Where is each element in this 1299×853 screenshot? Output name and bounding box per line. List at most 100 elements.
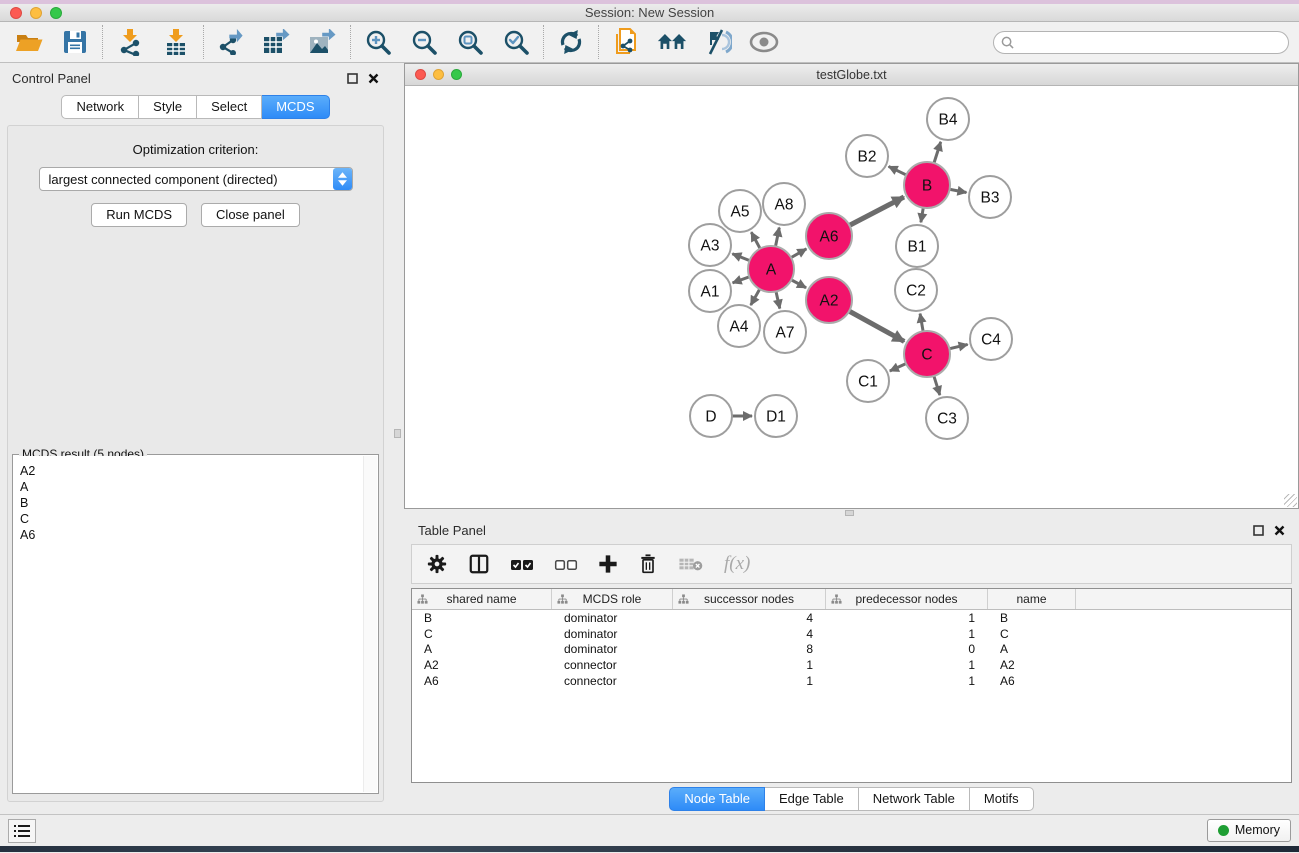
close-window-button[interactable] — [10, 7, 22, 19]
cell-predecessor-nodes[interactable]: 1 — [826, 674, 988, 688]
cell-name[interactable]: C — [988, 627, 1076, 641]
graphics-details-toggle-icon[interactable] — [703, 27, 733, 57]
table-row[interactable]: Bdominator41B — [412, 610, 1291, 626]
zoom-out-icon[interactable] — [409, 27, 439, 57]
graph-node-A1[interactable]: A1 — [689, 270, 731, 312]
open-panels-home-icon[interactable] — [657, 27, 687, 57]
birds-eye-view-icon[interactable] — [749, 27, 779, 57]
cell-shared-name[interactable]: A — [412, 642, 552, 656]
tab-node-table[interactable]: Node Table — [669, 787, 765, 811]
graph-node-C4[interactable]: C4 — [970, 318, 1012, 360]
network-close-button[interactable] — [415, 69, 426, 80]
graph-node-B2[interactable]: B2 — [846, 135, 888, 177]
cell-name[interactable]: A6 — [988, 674, 1076, 688]
column-header-predecessor-nodes[interactable]: predecessor nodes — [826, 589, 988, 609]
network-window-titlebar[interactable]: testGlobe.txt — [405, 64, 1298, 86]
tab-network-table[interactable]: Network Table — [859, 787, 970, 811]
open-session-icon[interactable] — [14, 27, 44, 57]
split-view-icon[interactable] — [468, 553, 490, 575]
save-session-icon[interactable] — [60, 27, 90, 57]
horizontal-splitter[interactable] — [404, 509, 1299, 517]
network-canvas[interactable]: B4B2BB3A5A8A6A3B1AA1C2A2A4A7C4CC1C3DD1 — [405, 86, 1298, 508]
cell-successor-nodes[interactable]: 4 — [673, 627, 826, 641]
graph-node-C3[interactable]: C3 — [926, 397, 968, 439]
cell-MCDS-role[interactable]: dominator — [552, 611, 673, 625]
column-header-MCDS-role[interactable]: MCDS role — [552, 589, 673, 609]
resize-grip-icon[interactable] — [1284, 494, 1297, 507]
tab-style[interactable]: Style — [139, 95, 197, 119]
import-table-icon[interactable] — [161, 27, 191, 57]
run-mcds-button[interactable]: Run MCDS — [91, 203, 187, 227]
table-row[interactable]: A6connector11A6 — [412, 673, 1291, 689]
graph-node-B4[interactable]: B4 — [927, 98, 969, 140]
cell-shared-name[interactable]: C — [412, 627, 552, 641]
splitter-handle[interactable] — [845, 510, 854, 516]
cell-MCDS-role[interactable]: dominator — [552, 627, 673, 641]
result-item[interactable]: C — [20, 511, 363, 527]
graph-node-C[interactable]: C — [904, 331, 950, 377]
tab-mcds[interactable]: MCDS — [262, 95, 329, 119]
cell-MCDS-role[interactable]: connector — [552, 674, 673, 688]
zoom-in-icon[interactable] — [363, 27, 393, 57]
memory-button[interactable]: Memory — [1207, 819, 1291, 842]
graph-node-C2[interactable]: C2 — [895, 269, 937, 311]
tab-network[interactable]: Network — [61, 95, 139, 119]
task-history-button[interactable] — [8, 819, 36, 843]
result-scrollbar[interactable] — [363, 456, 377, 792]
cell-name[interactable]: A — [988, 642, 1076, 656]
export-image-icon[interactable] — [308, 27, 338, 57]
cell-MCDS-role[interactable]: dominator — [552, 642, 673, 656]
delete-columns-icon[interactable] — [638, 553, 658, 575]
cell-MCDS-role[interactable]: connector — [552, 658, 673, 672]
cell-successor-nodes[interactable]: 8 — [673, 642, 826, 656]
tab-edge-table[interactable]: Edge Table — [765, 787, 859, 811]
zoom-selected-icon[interactable] — [501, 27, 531, 57]
result-item[interactable]: A2 — [20, 463, 363, 479]
graph-node-D1[interactable]: D1 — [755, 395, 797, 437]
splitter-handle[interactable] — [394, 429, 401, 438]
column-header-shared-name[interactable]: shared name — [412, 589, 552, 609]
graph-node-B[interactable]: B — [904, 162, 950, 208]
export-table-icon[interactable] — [262, 27, 292, 57]
result-item[interactable]: A6 — [20, 527, 363, 543]
minimize-window-button[interactable] — [30, 7, 42, 19]
graph-node-A3[interactable]: A3 — [689, 224, 731, 266]
cell-name[interactable]: B — [988, 611, 1076, 625]
refresh-icon[interactable] — [556, 27, 586, 57]
graph-node-A2[interactable]: A2 — [806, 277, 852, 323]
cell-predecessor-nodes[interactable]: 0 — [826, 642, 988, 656]
cell-name[interactable]: A2 — [988, 658, 1076, 672]
close-panel-icon[interactable] — [1274, 525, 1285, 536]
table-row[interactable]: A2connector11A2 — [412, 657, 1291, 673]
criterion-dropdown[interactable]: largest connected component (directed) — [39, 167, 353, 191]
main-titlebar[interactable]: Session: New Session — [0, 4, 1299, 22]
cell-shared-name[interactable]: B — [412, 611, 552, 625]
search-field[interactable] — [993, 31, 1289, 54]
graph-node-C1[interactable]: C1 — [847, 360, 889, 402]
graph-node-B1[interactable]: B1 — [896, 225, 938, 267]
close-panel-button[interactable]: Close panel — [201, 203, 300, 227]
search-input[interactable] — [1018, 33, 1288, 51]
network-minimize-button[interactable] — [433, 69, 444, 80]
export-network-icon[interactable] — [216, 27, 246, 57]
graph-node-A6[interactable]: A6 — [806, 213, 852, 259]
cell-successor-nodes[interactable]: 4 — [673, 611, 826, 625]
deselect-all-columns-icon[interactable] — [554, 558, 578, 571]
column-header-successor-nodes[interactable]: successor nodes — [673, 589, 826, 609]
select-all-columns-icon[interactable] — [510, 558, 534, 571]
graph-node-A4[interactable]: A4 — [718, 305, 760, 347]
table-settings-icon[interactable] — [426, 553, 448, 575]
network-zoom-button[interactable] — [451, 69, 462, 80]
table-row[interactable]: Cdominator41C — [412, 626, 1291, 642]
tab-select[interactable]: Select — [197, 95, 262, 119]
cell-successor-nodes[interactable]: 1 — [673, 674, 826, 688]
vertical-splitter[interactable] — [391, 63, 404, 814]
cell-predecessor-nodes[interactable]: 1 — [826, 627, 988, 641]
cell-predecessor-nodes[interactable]: 1 — [826, 658, 988, 672]
column-header-name[interactable]: name — [988, 589, 1076, 609]
zoom-fit-icon[interactable] — [455, 27, 485, 57]
cell-predecessor-nodes[interactable]: 1 — [826, 611, 988, 625]
cell-shared-name[interactable]: A2 — [412, 658, 552, 672]
table-row[interactable]: Adominator80A — [412, 642, 1291, 658]
zoom-window-button[interactable] — [50, 7, 62, 19]
